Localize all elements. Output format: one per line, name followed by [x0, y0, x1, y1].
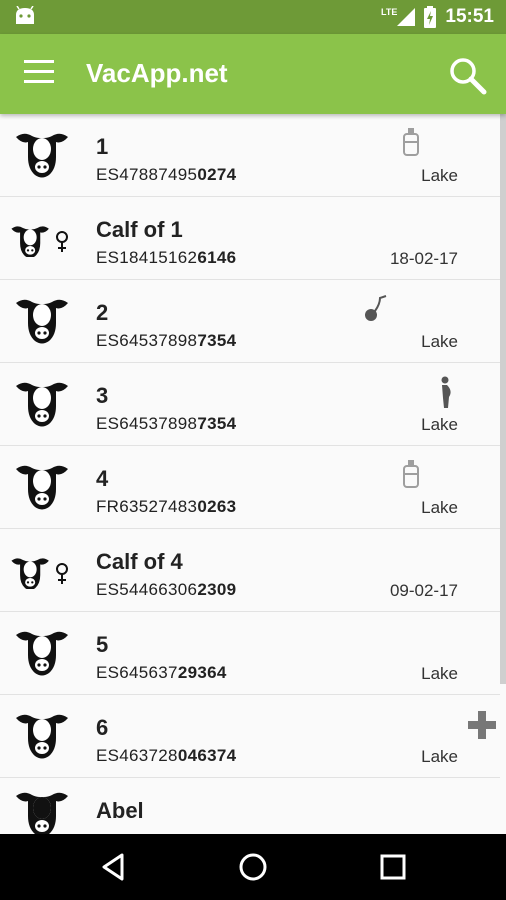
animal-code: ES645378987354 — [96, 414, 237, 433]
hamburger-icon[interactable] — [24, 60, 54, 88]
animal-code: ES544663062309 — [96, 580, 237, 599]
animal-code: FR635274830263 — [96, 497, 237, 516]
battery-icon — [424, 6, 437, 28]
cow-icon — [16, 133, 68, 178]
baby-bottle-icon — [403, 460, 419, 488]
cow-icon — [16, 382, 68, 427]
cow-icon — [16, 631, 68, 676]
location-label: Lake — [421, 664, 458, 683]
list-item[interactable]: 1 ES478874950274 Lake — [0, 114, 500, 197]
calf-female-icon — [11, 558, 68, 589]
location-label: Lake — [421, 747, 458, 766]
animal-code: ES64563729364 — [96, 663, 227, 682]
animal-name: Calf of 4 — [96, 549, 183, 574]
scrollbar[interactable] — [500, 114, 506, 684]
date-label: 09-02-17 — [389, 581, 458, 600]
pregnant-icon — [441, 376, 451, 408]
cow-icon — [16, 299, 68, 344]
list-item[interactable]: Calf of 4 ES544663062309 09-02-17 — [0, 529, 500, 612]
list-item[interactable]: 6 ES463728046374 Lake — [0, 695, 500, 778]
location-label: Lake — [421, 498, 458, 517]
animal-name: 1 — [96, 134, 109, 159]
animal-list: 1 ES478874950274 Lake Calf of 1 ES184151… — [0, 114, 500, 834]
calf-female-icon — [11, 226, 68, 257]
android-debug-icon — [16, 6, 34, 24]
location-label: Lake — [421, 332, 458, 351]
home-icon[interactable] — [237, 851, 269, 883]
bull-icon — [16, 792, 68, 834]
date-label: 18-02-17 — [389, 249, 458, 268]
navigation-bar — [0, 834, 506, 900]
clock: 15:51 — [445, 6, 494, 27]
animal-name: Abel — [96, 798, 144, 823]
network-type: LTE — [381, 7, 398, 17]
animal-name: 4 — [96, 466, 109, 491]
app-bar: VacApp.net — [0, 34, 506, 114]
recents-icon[interactable] — [377, 851, 409, 883]
list-item[interactable]: 2 ES645378987354 Lake — [0, 280, 500, 363]
animal-name: 3 — [96, 383, 109, 408]
list-item[interactable]: 4 FR635274830263 Lake — [0, 446, 500, 529]
back-icon[interactable] — [98, 851, 130, 883]
search-icon[interactable] — [448, 56, 488, 96]
cow-icon — [16, 465, 68, 510]
status-bar: LTE 15:51 — [0, 0, 506, 34]
animal-name: 2 — [96, 300, 109, 325]
animal-code: ES184151626146 — [96, 248, 237, 267]
app-title: VacApp.net — [86, 58, 228, 88]
cow-icon — [16, 714, 68, 759]
insemination-icon — [365, 295, 387, 321]
animal-code: ES478874950274 — [96, 165, 237, 184]
list-item[interactable]: 5 ES64563729364 Lake — [0, 612, 500, 695]
location-label: Lake — [421, 166, 458, 185]
signal-icon — [397, 8, 416, 26]
animal-code: ES645378987354 — [96, 331, 237, 350]
animal-name: Calf of 1 — [96, 217, 183, 242]
location-label: Lake — [421, 415, 458, 434]
animal-code: ES463728046374 — [96, 746, 237, 765]
animal-name: 6 — [96, 715, 109, 740]
plus-icon — [468, 711, 496, 739]
animal-name: 5 — [96, 632, 109, 657]
list-item[interactable]: Abel — [0, 778, 500, 834]
baby-bottle-icon — [403, 128, 419, 156]
list-item[interactable]: 3 ES645378987354 Lake — [0, 363, 500, 446]
list-item[interactable]: Calf of 1 ES184151626146 18-02-17 — [0, 197, 500, 280]
